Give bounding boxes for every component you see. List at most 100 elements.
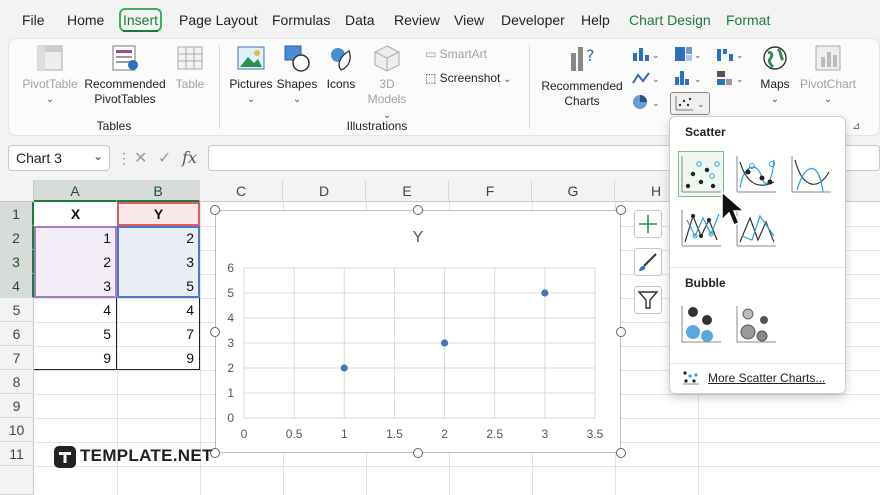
chevron-down-icon[interactable]: ⌄ bbox=[93, 149, 103, 163]
resize-handle[interactable] bbox=[413, 205, 423, 215]
resize-handle[interactable] bbox=[616, 205, 626, 215]
row-header-5[interactable]: 5 bbox=[0, 298, 34, 322]
column-header-c[interactable]: C bbox=[200, 180, 283, 202]
y-tick-label: 1 bbox=[227, 386, 234, 400]
combo-chart-button[interactable]: ⌄ bbox=[715, 69, 749, 87]
tab-file[interactable]: File bbox=[22, 12, 45, 28]
maps-button[interactable]: Maps ⌄ bbox=[753, 43, 797, 107]
row-header-10[interactable]: 10 bbox=[0, 418, 34, 442]
recommended-pivottables-button[interactable]: Recommended PivotTables bbox=[81, 43, 169, 107]
row-header-4[interactable]: 4 bbox=[0, 274, 34, 298]
name-box[interactable]: Chart 3 ⌄ bbox=[8, 145, 110, 171]
y-tick-label: 4 bbox=[227, 311, 234, 325]
cell-a3[interactable]: 2 bbox=[34, 250, 117, 274]
cell-a5[interactable]: 4 bbox=[34, 298, 117, 322]
pictures-button[interactable]: Pictures ⌄ bbox=[227, 43, 275, 107]
screenshot-label: Screenshot bbox=[439, 71, 501, 85]
row-header-12[interactable] bbox=[0, 466, 34, 495]
tab-developer[interactable]: Developer bbox=[501, 12, 565, 28]
tab-insert[interactable]: Insert bbox=[118, 8, 163, 32]
ribbon-separator bbox=[529, 45, 530, 129]
resize-handle[interactable] bbox=[616, 327, 626, 337]
data-point[interactable] bbox=[541, 289, 549, 297]
svg-text:?: ? bbox=[586, 46, 595, 65]
cell-b2[interactable]: 2 bbox=[117, 226, 200, 250]
line-chart-button[interactable]: ⌄ bbox=[631, 69, 665, 87]
scatter-straight-lines-markers-option[interactable] bbox=[678, 205, 724, 251]
column-header-f[interactable]: F bbox=[449, 180, 532, 202]
cell-b1[interactable]: Y bbox=[117, 202, 200, 226]
column-header-g[interactable]: G bbox=[532, 180, 615, 202]
scatter-smooth-lines-option[interactable] bbox=[788, 151, 834, 197]
3d-models-button[interactable]: 3D Models ⌄ bbox=[363, 43, 411, 123]
resize-handle[interactable] bbox=[616, 448, 626, 458]
tab-formulas[interactable]: Formulas bbox=[272, 12, 330, 28]
scatter-chart[interactable]: Y 0123456 0 0.5 1 1.5 2 2.5 3 3.5 bbox=[215, 210, 621, 453]
chart-styles-button[interactable] bbox=[634, 248, 662, 276]
smartart-button[interactable]: ▭ SmartArt bbox=[425, 47, 515, 62]
3d-bubble-option[interactable] bbox=[733, 301, 779, 347]
scatter-option[interactable] bbox=[678, 151, 724, 197]
pie-chart-button[interactable]: ⌄ bbox=[631, 93, 665, 113]
pivottable-button[interactable]: PivotTable ⌄ bbox=[17, 43, 83, 107]
svg-text:⌄: ⌄ bbox=[736, 75, 744, 85]
dialog-launcher-icon[interactable]: ⊿ bbox=[852, 121, 860, 132]
cell-a7[interactable]: 9 bbox=[34, 346, 117, 370]
chart-elements-button[interactable] bbox=[634, 210, 662, 238]
cell-b6[interactable]: 7 bbox=[117, 322, 200, 346]
column-header-b[interactable]: B bbox=[117, 180, 200, 202]
recommended-charts-button[interactable]: ? Recommended Charts bbox=[539, 43, 625, 109]
tab-page-layout[interactable]: Page Layout bbox=[179, 12, 258, 28]
cell-b4[interactable]: 5 bbox=[117, 274, 200, 298]
3d-models-icon bbox=[374, 45, 400, 72]
row-header-6[interactable]: 6 bbox=[0, 322, 34, 346]
data-point[interactable] bbox=[440, 339, 449, 347]
tab-chart-design[interactable]: Chart Design bbox=[629, 12, 711, 28]
tab-view[interactable]: View bbox=[454, 12, 484, 28]
column-header-d[interactable]: D bbox=[283, 180, 366, 202]
column-header-a[interactable]: A bbox=[34, 180, 117, 202]
column-header-e[interactable]: E bbox=[366, 180, 449, 202]
scatter-chart-button[interactable]: ⌄ bbox=[670, 92, 710, 115]
shapes-button[interactable]: Shapes ⌄ bbox=[275, 43, 319, 107]
cell-b3[interactable]: 3 bbox=[117, 250, 200, 274]
hierarchy-chart-button[interactable]: ⌄ bbox=[673, 45, 707, 63]
cell-a1[interactable]: X bbox=[34, 202, 117, 226]
scatter-markers-icon bbox=[681, 156, 721, 193]
row-header-9[interactable]: 9 bbox=[0, 394, 34, 418]
more-scatter-charts-link[interactable]: More Scatter Charts... bbox=[708, 371, 825, 385]
statistic-chart-button[interactable]: ⌄ bbox=[673, 69, 707, 87]
tab-help[interactable]: Help bbox=[581, 12, 610, 28]
pivotchart-button[interactable]: PivotChart ⌄ bbox=[799, 43, 857, 107]
bubble-option[interactable] bbox=[678, 301, 724, 347]
table-button[interactable]: Table bbox=[169, 43, 211, 92]
cell-a4[interactable]: 3 bbox=[34, 274, 117, 298]
cell-a6[interactable]: 5 bbox=[34, 322, 117, 346]
row-header-8[interactable]: 8 bbox=[0, 370, 34, 394]
cancel-icon[interactable]: ✕ bbox=[134, 148, 147, 168]
resize-handle[interactable] bbox=[210, 327, 220, 337]
tab-format[interactable]: Format bbox=[726, 12, 770, 28]
tab-home[interactable]: Home bbox=[67, 12, 104, 28]
chart-filters-button[interactable] bbox=[634, 286, 662, 314]
icons-button[interactable]: Icons bbox=[321, 43, 361, 92]
resize-handle[interactable] bbox=[210, 205, 220, 215]
insert-function-icon[interactable]: fx bbox=[182, 148, 197, 167]
data-point[interactable] bbox=[340, 364, 348, 372]
row-header-3[interactable]: 3 bbox=[0, 250, 34, 274]
tab-data[interactable]: Data bbox=[345, 12, 375, 28]
enter-icon[interactable]: ✓ bbox=[158, 148, 171, 168]
waterfall-chart-button[interactable]: ⌄ bbox=[715, 45, 749, 63]
tab-review[interactable]: Review bbox=[394, 12, 440, 28]
cell-b5[interactable]: 4 bbox=[117, 298, 200, 322]
row-header-1[interactable]: 1 bbox=[0, 202, 34, 226]
cell-a2[interactable]: 1 bbox=[34, 226, 117, 250]
screenshot-button[interactable]: ⬚ Screenshot ⌄ bbox=[425, 71, 525, 87]
cell-b7[interactable]: 9 bbox=[117, 346, 200, 370]
resize-handle[interactable] bbox=[413, 448, 423, 458]
column-chart-button[interactable]: ⌄ bbox=[631, 45, 665, 63]
row-header-11[interactable]: 11 bbox=[0, 442, 34, 466]
row-header-2[interactable]: 2 bbox=[0, 226, 34, 250]
row-header-7[interactable]: 7 bbox=[0, 346, 34, 370]
select-all-corner[interactable] bbox=[0, 180, 34, 202]
